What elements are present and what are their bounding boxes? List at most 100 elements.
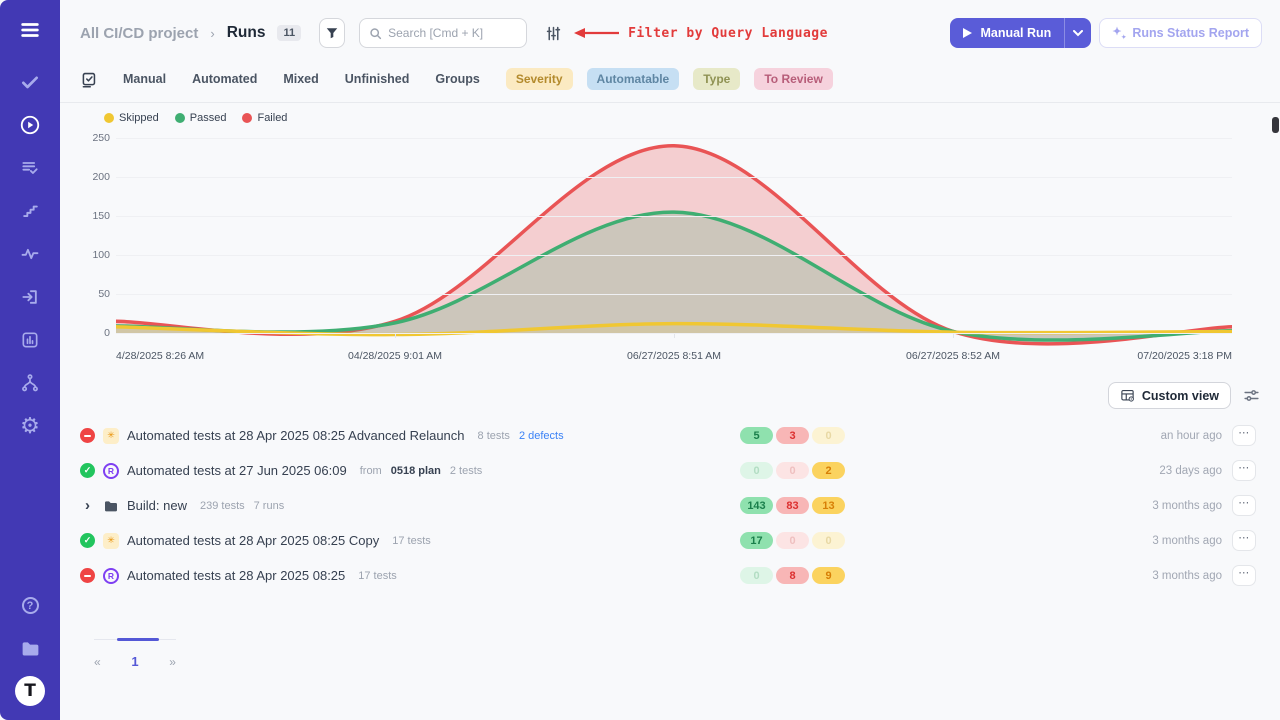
annotation-arrow-icon: [574, 27, 620, 39]
custom-view-button[interactable]: Custom view: [1108, 382, 1231, 409]
run-time: 23 days ago: [862, 465, 1232, 477]
row-menu-button[interactable]: ⋯: [1232, 530, 1256, 551]
runs-icon[interactable]: [0, 103, 60, 146]
breadcrumb-separator: ›: [210, 26, 214, 41]
x-axis-label: 4/28/2025 8:26 AM: [116, 350, 204, 362]
menu-icon[interactable]: [0, 0, 60, 60]
y-axis-tick: 0: [80, 327, 110, 339]
pulse-icon[interactable]: [0, 232, 60, 275]
failed-status-icon: [80, 568, 95, 583]
y-axis-tick: 250: [80, 132, 110, 144]
red-count-badge: 0: [776, 532, 809, 549]
scrollbar-thumb[interactable]: [1272, 117, 1279, 133]
breadcrumb-project[interactable]: All CI/CD project: [80, 25, 198, 42]
pill-automatable[interactable]: Automatable: [587, 68, 680, 90]
tests-icon[interactable]: [0, 60, 60, 103]
x-axis-label: 06/27/2025 8:51 AM: [627, 350, 721, 362]
query-filter-icon[interactable]: [545, 25, 562, 42]
pagination-track: [94, 639, 176, 641]
table-row[interactable]: ✓✳ Automated tests at 28 Apr 2025 08:25 …: [80, 523, 1262, 558]
tab-automated[interactable]: Automated: [192, 72, 257, 86]
annotation-text: Filter by Query Language: [628, 26, 828, 41]
run-title[interactable]: Automated tests at 27 Jun 2025 06:09: [127, 463, 347, 478]
search-input[interactable]: [388, 26, 508, 40]
row-menu-button[interactable]: ⋯: [1232, 495, 1256, 516]
run-time: 3 months ago: [862, 500, 1232, 512]
pill-to-review[interactable]: To Review: [754, 68, 832, 90]
x-axis-label: 06/27/2025 8:52 AM: [906, 350, 1000, 362]
select-all-icon[interactable]: [80, 71, 97, 88]
help-icon[interactable]: ?: [0, 584, 60, 627]
runs-chart[interactable]: 250200150100500: [80, 130, 1232, 346]
row-menu-button[interactable]: ⋯: [1232, 565, 1256, 586]
y-axis-tick: 50: [80, 288, 110, 300]
run-meta: 7 runs: [254, 500, 285, 512]
gridline: [116, 216, 1232, 217]
tab-groups[interactable]: Groups: [435, 72, 479, 86]
table-row[interactable]: ✓R Automated tests at 27 Jun 2025 06:09 …: [80, 453, 1262, 488]
funnel-icon: [325, 26, 339, 40]
next-page-button[interactable]: »: [169, 655, 176, 669]
tab-unfinished[interactable]: Unfinished: [345, 72, 410, 86]
table-row[interactable]: ✳ Automated tests at 28 Apr 2025 08:25 A…: [80, 418, 1262, 453]
filter-button[interactable]: [319, 18, 345, 48]
legend-item[interactable]: Failed: [242, 112, 287, 124]
red-count-badge: 83: [776, 497, 809, 514]
passed-status-icon: ✓: [80, 533, 95, 548]
manual-run-dropdown-button[interactable]: [1064, 18, 1091, 48]
y-axis-tick: 100: [80, 249, 110, 261]
x-axis-label: 04/28/2025 9:01 AM: [348, 350, 442, 362]
legend-dot-icon: [242, 113, 252, 123]
page-header: All CI/CD project › Runs 11 Filter by Qu…: [60, 0, 1280, 58]
chart-x-axis: 4/28/2025 8:26 AM 04/28/2025 9:01 AM 06/27…: [116, 350, 1232, 366]
import-icon[interactable]: [0, 275, 60, 318]
pill-type[interactable]: Type: [693, 68, 740, 90]
projects-icon[interactable]: [0, 627, 60, 670]
gridline: [116, 138, 1232, 139]
run-title[interactable]: Automated tests at 28 Apr 2025 08:25 Cop…: [127, 533, 379, 548]
run-title[interactable]: Build: new: [127, 498, 187, 513]
page-title: Runs: [227, 24, 266, 42]
run-meta[interactable]: 2 defects: [519, 430, 564, 442]
run-title[interactable]: Automated tests at 28 Apr 2025 08:25 Adv…: [127, 428, 465, 443]
test-plans-icon[interactable]: [0, 146, 60, 189]
row-menu-button[interactable]: ⋯: [1232, 425, 1256, 446]
yellow-count-badge: 9: [812, 567, 845, 584]
settings-icon[interactable]: ⚙: [0, 404, 60, 447]
steps-icon[interactable]: [0, 189, 60, 232]
failed-status-icon: [80, 428, 95, 443]
green-count-badge: 143: [740, 497, 773, 514]
row-menu-button[interactable]: ⋯: [1232, 460, 1256, 481]
x-tick-mark: [395, 334, 396, 338]
annotation: Filter by Query Language: [574, 26, 828, 41]
x-tick-mark: [674, 334, 675, 338]
analytics-icon[interactable]: [0, 318, 60, 361]
manual-run-split-button: Manual Run: [950, 18, 1091, 48]
table-settings-icon[interactable]: [1243, 387, 1260, 404]
manual-run-button[interactable]: Manual Run: [950, 18, 1064, 48]
table-row[interactable]: › Build: new 239 tests7 runs 1438313 3 m…: [80, 488, 1262, 523]
current-page[interactable]: 1: [131, 654, 138, 669]
expand-chevron-icon[interactable]: ›: [80, 498, 95, 513]
gridline: [116, 294, 1232, 295]
run-title[interactable]: Automated tests at 28 Apr 2025 08:25: [127, 568, 345, 583]
tab-manual[interactable]: Manual: [123, 72, 166, 86]
yellow-count-badge: 0: [812, 532, 845, 549]
play-icon: [963, 28, 972, 38]
runs-status-report-button[interactable]: ✦✦ Runs Status Report: [1099, 18, 1262, 48]
table-gear-icon: [1120, 388, 1135, 403]
yellow-count-badge: 2: [812, 462, 845, 479]
chart-legend: Skipped Passed Failed: [104, 112, 1280, 124]
legend-item[interactable]: Skipped: [104, 112, 159, 124]
search-box[interactable]: [359, 18, 527, 48]
legend-item[interactable]: Passed: [175, 112, 227, 124]
x-tick-mark: [953, 334, 954, 338]
app-logo[interactable]: T: [15, 676, 45, 706]
pill-severity[interactable]: Severity: [506, 68, 573, 90]
x-axis-label: 07/20/2025 3:18 PM: [1137, 350, 1232, 362]
green-count-badge: 0: [740, 567, 773, 584]
prev-page-button[interactable]: «: [94, 655, 101, 669]
table-row[interactable]: R Automated tests at 28 Apr 2025 08:25 1…: [80, 558, 1262, 593]
branches-icon[interactable]: [0, 361, 60, 404]
tab-mixed[interactable]: Mixed: [283, 72, 318, 86]
